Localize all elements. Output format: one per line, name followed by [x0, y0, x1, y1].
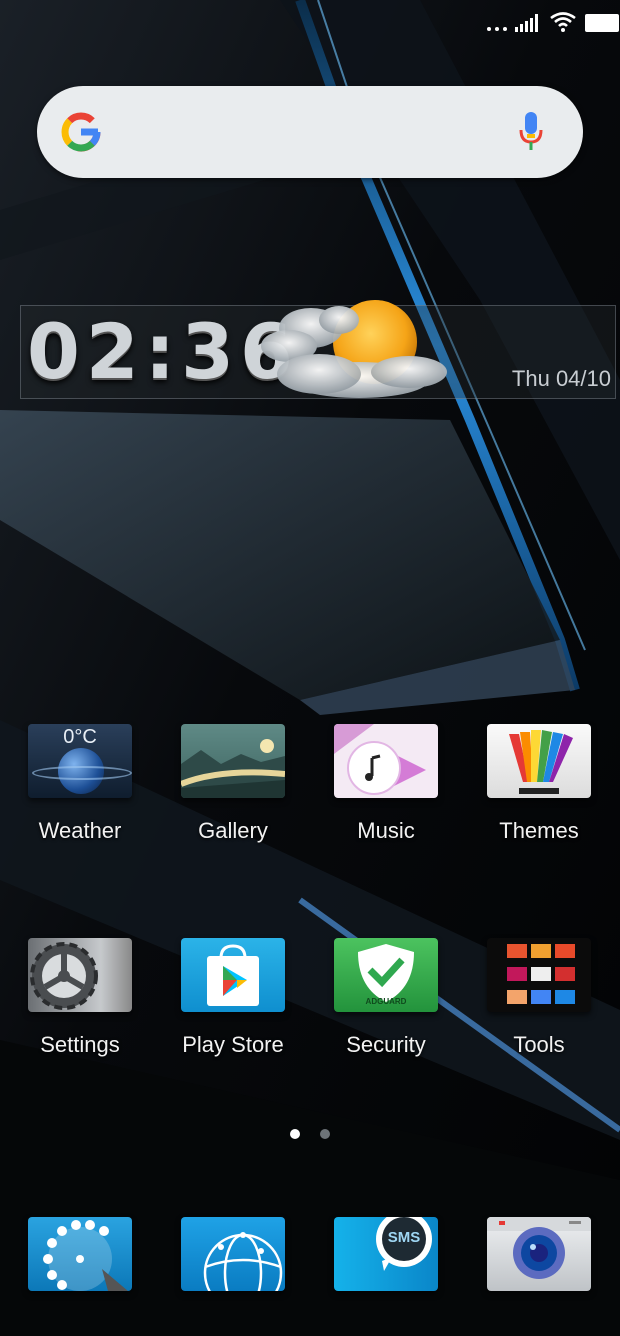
clock-widget[interactable]: 02:36 Thu 04/10	[20, 300, 616, 399]
folder-grid-icon	[487, 938, 591, 1012]
app-label: Play Store	[182, 1032, 284, 1057]
wifi-icon	[550, 12, 576, 32]
gear-icon	[28, 938, 132, 1012]
cell-signal-icon	[515, 14, 538, 32]
app-label: Settings	[40, 1032, 120, 1057]
app-play-store[interactable]: Play Store	[168, 938, 298, 1058]
app-settings[interactable]: Settings	[15, 938, 145, 1058]
weather-globe-icon: 0°C	[28, 724, 132, 798]
app-label: Tools	[513, 1032, 565, 1057]
page-dot-active[interactable]	[289, 1129, 300, 1139]
battery-icon	[585, 14, 619, 32]
dock-camera[interactable]	[474, 1217, 604, 1291]
sms-text: SMS	[387, 1229, 421, 1246]
rainbow-fan-icon	[487, 724, 591, 798]
google-search-bar[interactable]	[37, 86, 583, 178]
page-dot[interactable]	[320, 1129, 331, 1139]
more-dots-icon	[487, 27, 507, 31]
clock-date: Thu 04/10	[511, 366, 611, 391]
microphone-icon[interactable]	[519, 110, 543, 154]
weather-temp: 0°C	[63, 726, 97, 748]
app-weather[interactable]: 0°C Weather	[15, 724, 145, 844]
rotary-phone-icon	[28, 1217, 132, 1291]
sun-behind-cloud-icon	[261, 300, 447, 398]
app-label: Themes	[499, 818, 579, 843]
google-g-icon	[61, 112, 101, 152]
music-note-icon	[334, 724, 438, 798]
landscape-icon	[181, 724, 285, 798]
app-security[interactable]: ADGUARD Security	[321, 938, 451, 1058]
dock-browser[interactable]	[168, 1217, 298, 1291]
page-indicator	[0, 1126, 620, 1144]
app-label: Gallery	[198, 818, 268, 843]
app-label: Music	[357, 818, 415, 843]
app-label: Weather	[38, 818, 122, 843]
security-brand: ADGUARD	[365, 997, 407, 1006]
dock-phone[interactable]	[15, 1217, 145, 1291]
app-label: Security	[346, 1032, 426, 1057]
globe-browser-icon	[181, 1217, 285, 1291]
app-gallery[interactable]: Gallery	[168, 724, 298, 844]
adguard-shield-icon: ADGUARD	[334, 938, 438, 1012]
play-store-icon	[181, 938, 285, 1012]
app-music[interactable]: Music	[321, 724, 451, 844]
dock-messages[interactable]: SMS	[321, 1217, 451, 1291]
app-tools-folder[interactable]: Tools	[474, 938, 604, 1058]
app-themes[interactable]: Themes	[474, 724, 604, 844]
sms-bubble-icon: SMS	[334, 1217, 438, 1291]
status-bar	[0, 0, 620, 48]
camera-icon	[487, 1217, 591, 1291]
